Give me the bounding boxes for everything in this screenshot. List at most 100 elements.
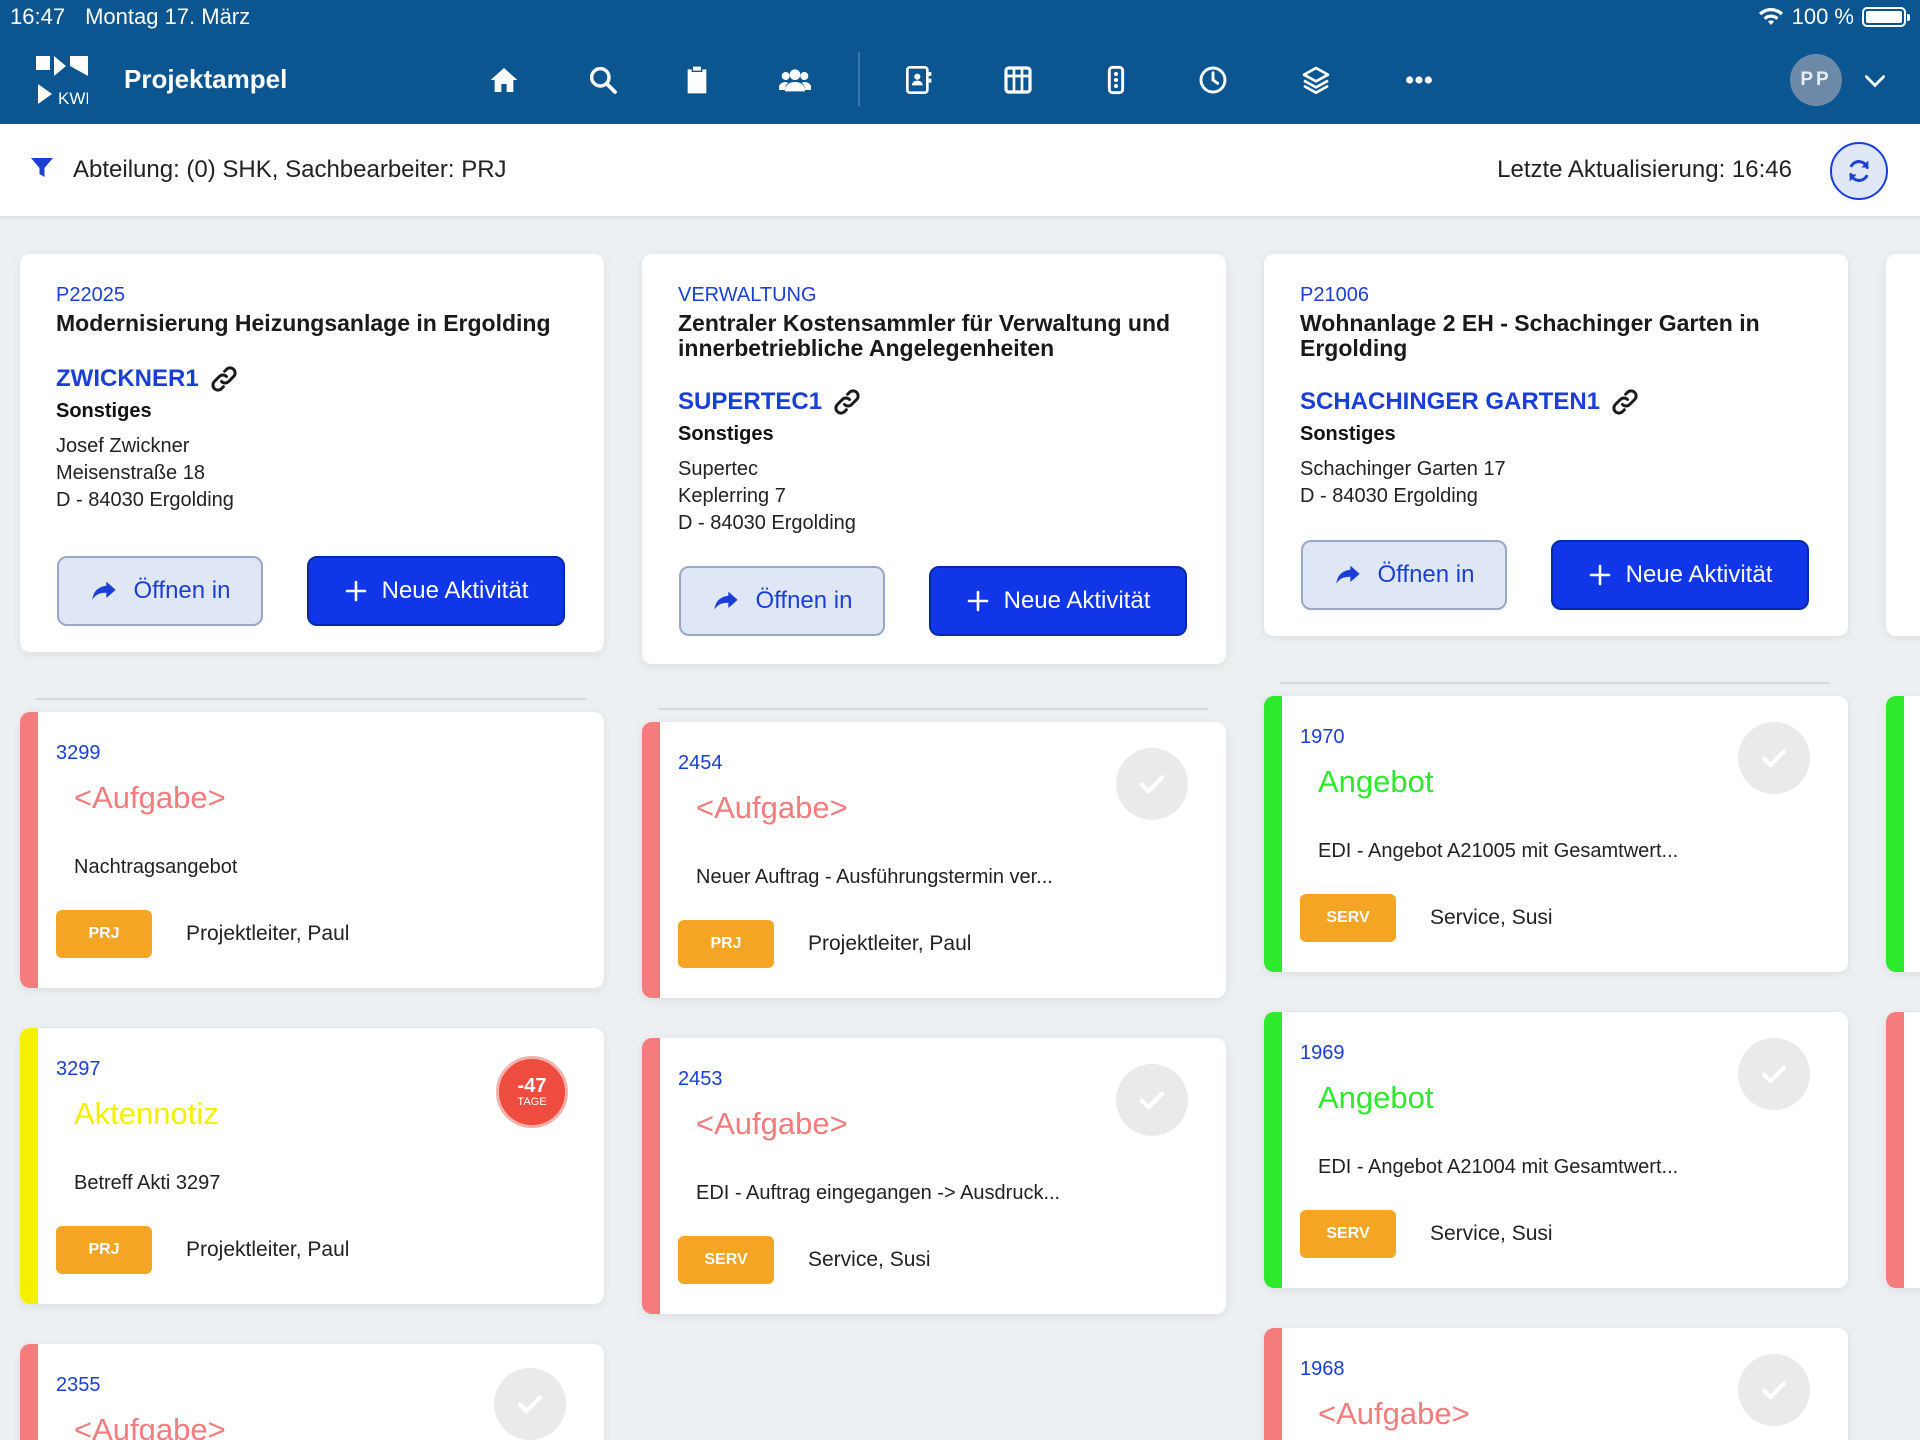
avatar[interactable]: PP [1790, 54, 1842, 106]
column-divider [658, 708, 1208, 710]
complete-button[interactable] [1116, 1064, 1188, 1136]
new-activity-button[interactable]: Neue Aktivität [929, 566, 1187, 636]
search-icon[interactable] [583, 60, 623, 100]
checkmark-icon [517, 1395, 543, 1414]
complete-button[interactable] [1738, 1354, 1810, 1426]
project-card[interactable]: P21006 Wohnanlage 2 EH - Schachinger Gar… [1264, 254, 1848, 636]
assignee-badge: PRJ [56, 910, 152, 958]
status-date: Montag 17. März [85, 4, 251, 29]
status-bar-left: 16:47 Montag 17. März [10, 4, 250, 30]
status-bar-right: 100 % [1758, 4, 1910, 30]
activity-type: <Aufgabe> [74, 780, 226, 815]
assignee-name: Service, Susi [808, 1248, 931, 1271]
nav-divider [858, 52, 860, 106]
project-card[interactable]: VERWALTUNG Zentraler Kostensammler für V… [642, 254, 1226, 664]
chevron-down-icon[interactable] [1862, 68, 1888, 94]
open-in-button[interactable]: Öffnen in [679, 566, 885, 636]
complete-button[interactable] [1738, 722, 1810, 794]
assignee-badge: SERV [1300, 894, 1396, 942]
project-title: Modernisierung Heizungsanlage in Ergoldi… [56, 310, 551, 336]
address-line: Keplerring 7 [678, 485, 786, 507]
link-icon[interactable] [209, 364, 239, 394]
activity-description: EDI - Angebot A21005 mit Gesamtwert... [1318, 840, 1679, 862]
activity-description: EDI - Angebot A21004 mit Gesamtwert... [1318, 1156, 1679, 1178]
refresh-icon [1849, 160, 1869, 182]
more-icon[interactable] [1399, 60, 1439, 100]
status-time: 16:47 [10, 4, 66, 29]
address-line: Schachinger Garten 17 [1300, 458, 1506, 480]
grid-icon[interactable] [998, 60, 1038, 100]
customer-category: Sonstiges [678, 423, 774, 445]
activity-description: Neuer Auftrag - Ausführungstermin ver... [696, 866, 1053, 888]
link-icon[interactable] [1610, 387, 1640, 417]
open-in-label: Öffnen in [133, 577, 231, 604]
complete-button[interactable] [1738, 1038, 1810, 1110]
next-activity-card-edge[interactable] [1886, 696, 1920, 972]
battery-percent: 100 % [1791, 4, 1854, 29]
activity-card[interactable]: 1970 Angebot EDI - Angebot A21005 mit Ge… [1264, 696, 1848, 972]
plus-icon [1589, 564, 1610, 586]
column-divider [36, 698, 586, 700]
customer-category: Sonstiges [56, 400, 152, 422]
activity-type: <Aufgabe> [1318, 1396, 1470, 1431]
activity-id: 3299 [56, 742, 101, 764]
checkmark-icon [1761, 1381, 1787, 1400]
complete-button[interactable] [1116, 748, 1188, 820]
new-activity-label: Neue Aktivität [1003, 587, 1151, 614]
refresh-button[interactable] [1830, 142, 1888, 200]
layers-icon[interactable] [1296, 60, 1336, 100]
activity-card[interactable]: 2454 <Aufgabe> Neuer Auftrag - Ausführun… [642, 722, 1226, 998]
overdue-days: -47 [517, 1074, 547, 1097]
customer-link[interactable]: SUPERTEC1 [678, 387, 1190, 417]
status-stripe [1264, 1012, 1282, 1288]
address-line: D - 84030 Ergolding [1300, 485, 1478, 507]
project-title: Zentraler Kostensammler für Verwaltung u… [678, 310, 1171, 361]
contact-card-icon[interactable] [898, 60, 938, 100]
customer-name[interactable]: SUPERTEC1 [678, 388, 822, 416]
activity-card[interactable]: 3297 Aktennotiz Betreff Akti 3297 PRJ Pr… [20, 1028, 604, 1304]
new-activity-label: Neue Aktivität [1625, 561, 1773, 588]
activity-id: 2355 [56, 1374, 101, 1396]
activity-card[interactable]: 1969 Angebot EDI - Angebot A21004 mit Ge… [1264, 1012, 1848, 1288]
traffic-light-icon[interactable] [1096, 60, 1136, 100]
activity-card[interactable]: 2453 <Aufgabe> EDI - Auftrag eingegangen… [642, 1038, 1226, 1314]
assignee-badge: SERV [678, 1236, 774, 1284]
assignee-badge: PRJ [678, 920, 774, 968]
customer-name[interactable]: SCHACHINGER GARTEN1 [1300, 388, 1600, 416]
open-in-button[interactable]: Öffnen in [57, 556, 263, 626]
activity-card[interactable]: 3299 <Aufgabe> Nachtragsangebot PRJ Proj… [20, 712, 604, 988]
app-title: Projektampel [124, 64, 288, 94]
status-stripe [20, 1028, 38, 1304]
customer-link[interactable]: SCHACHINGER GARTEN1 [1300, 387, 1812, 417]
activity-card[interactable]: 2355 <Aufgabe> [20, 1344, 604, 1440]
home-icon[interactable] [484, 60, 524, 100]
activity-type: Aktennotiz [74, 1096, 219, 1131]
status-stripe [642, 722, 660, 998]
share-arrow-icon [1335, 565, 1360, 584]
customer-link[interactable]: ZWICKNER1 [56, 364, 568, 394]
activity-card[interactable]: 1968 <Aufgabe> [1264, 1328, 1848, 1440]
filter-summary[interactable]: Abteilung: (0) SHK, Sachbearbeiter: PRJ [73, 156, 507, 184]
project-card[interactable]: P22025 Modernisierung Heizungsanlage in … [20, 254, 604, 652]
clock-icon[interactable] [1193, 60, 1233, 100]
filter-icon[interactable] [30, 156, 54, 180]
checkmark-icon [1761, 1065, 1787, 1084]
address-line: D - 84030 Ergolding [56, 489, 234, 511]
status-stripe [20, 712, 38, 988]
checkmark-icon [1139, 775, 1165, 794]
new-activity-button[interactable]: Neue Aktivität [1551, 540, 1809, 610]
new-activity-button[interactable]: Neue Aktivität [307, 556, 565, 626]
open-in-button[interactable]: Öffnen in [1301, 540, 1507, 610]
link-icon[interactable] [832, 387, 862, 417]
activity-type: <Aufgabe> [74, 1412, 226, 1440]
assignee-name: Service, Susi [1430, 1222, 1553, 1245]
customer-name[interactable]: ZWICKNER1 [56, 365, 199, 393]
status-stripe [642, 1038, 660, 1314]
status-stripe [20, 1344, 38, 1440]
people-icon[interactable] [775, 60, 815, 100]
activity-type: Angebot [1318, 1080, 1434, 1115]
next-project-card-edge[interactable] [1886, 254, 1920, 636]
complete-button[interactable] [494, 1368, 566, 1440]
next-activity-card-edge[interactable] [1886, 1012, 1920, 1288]
clipboard-icon[interactable] [677, 60, 717, 100]
